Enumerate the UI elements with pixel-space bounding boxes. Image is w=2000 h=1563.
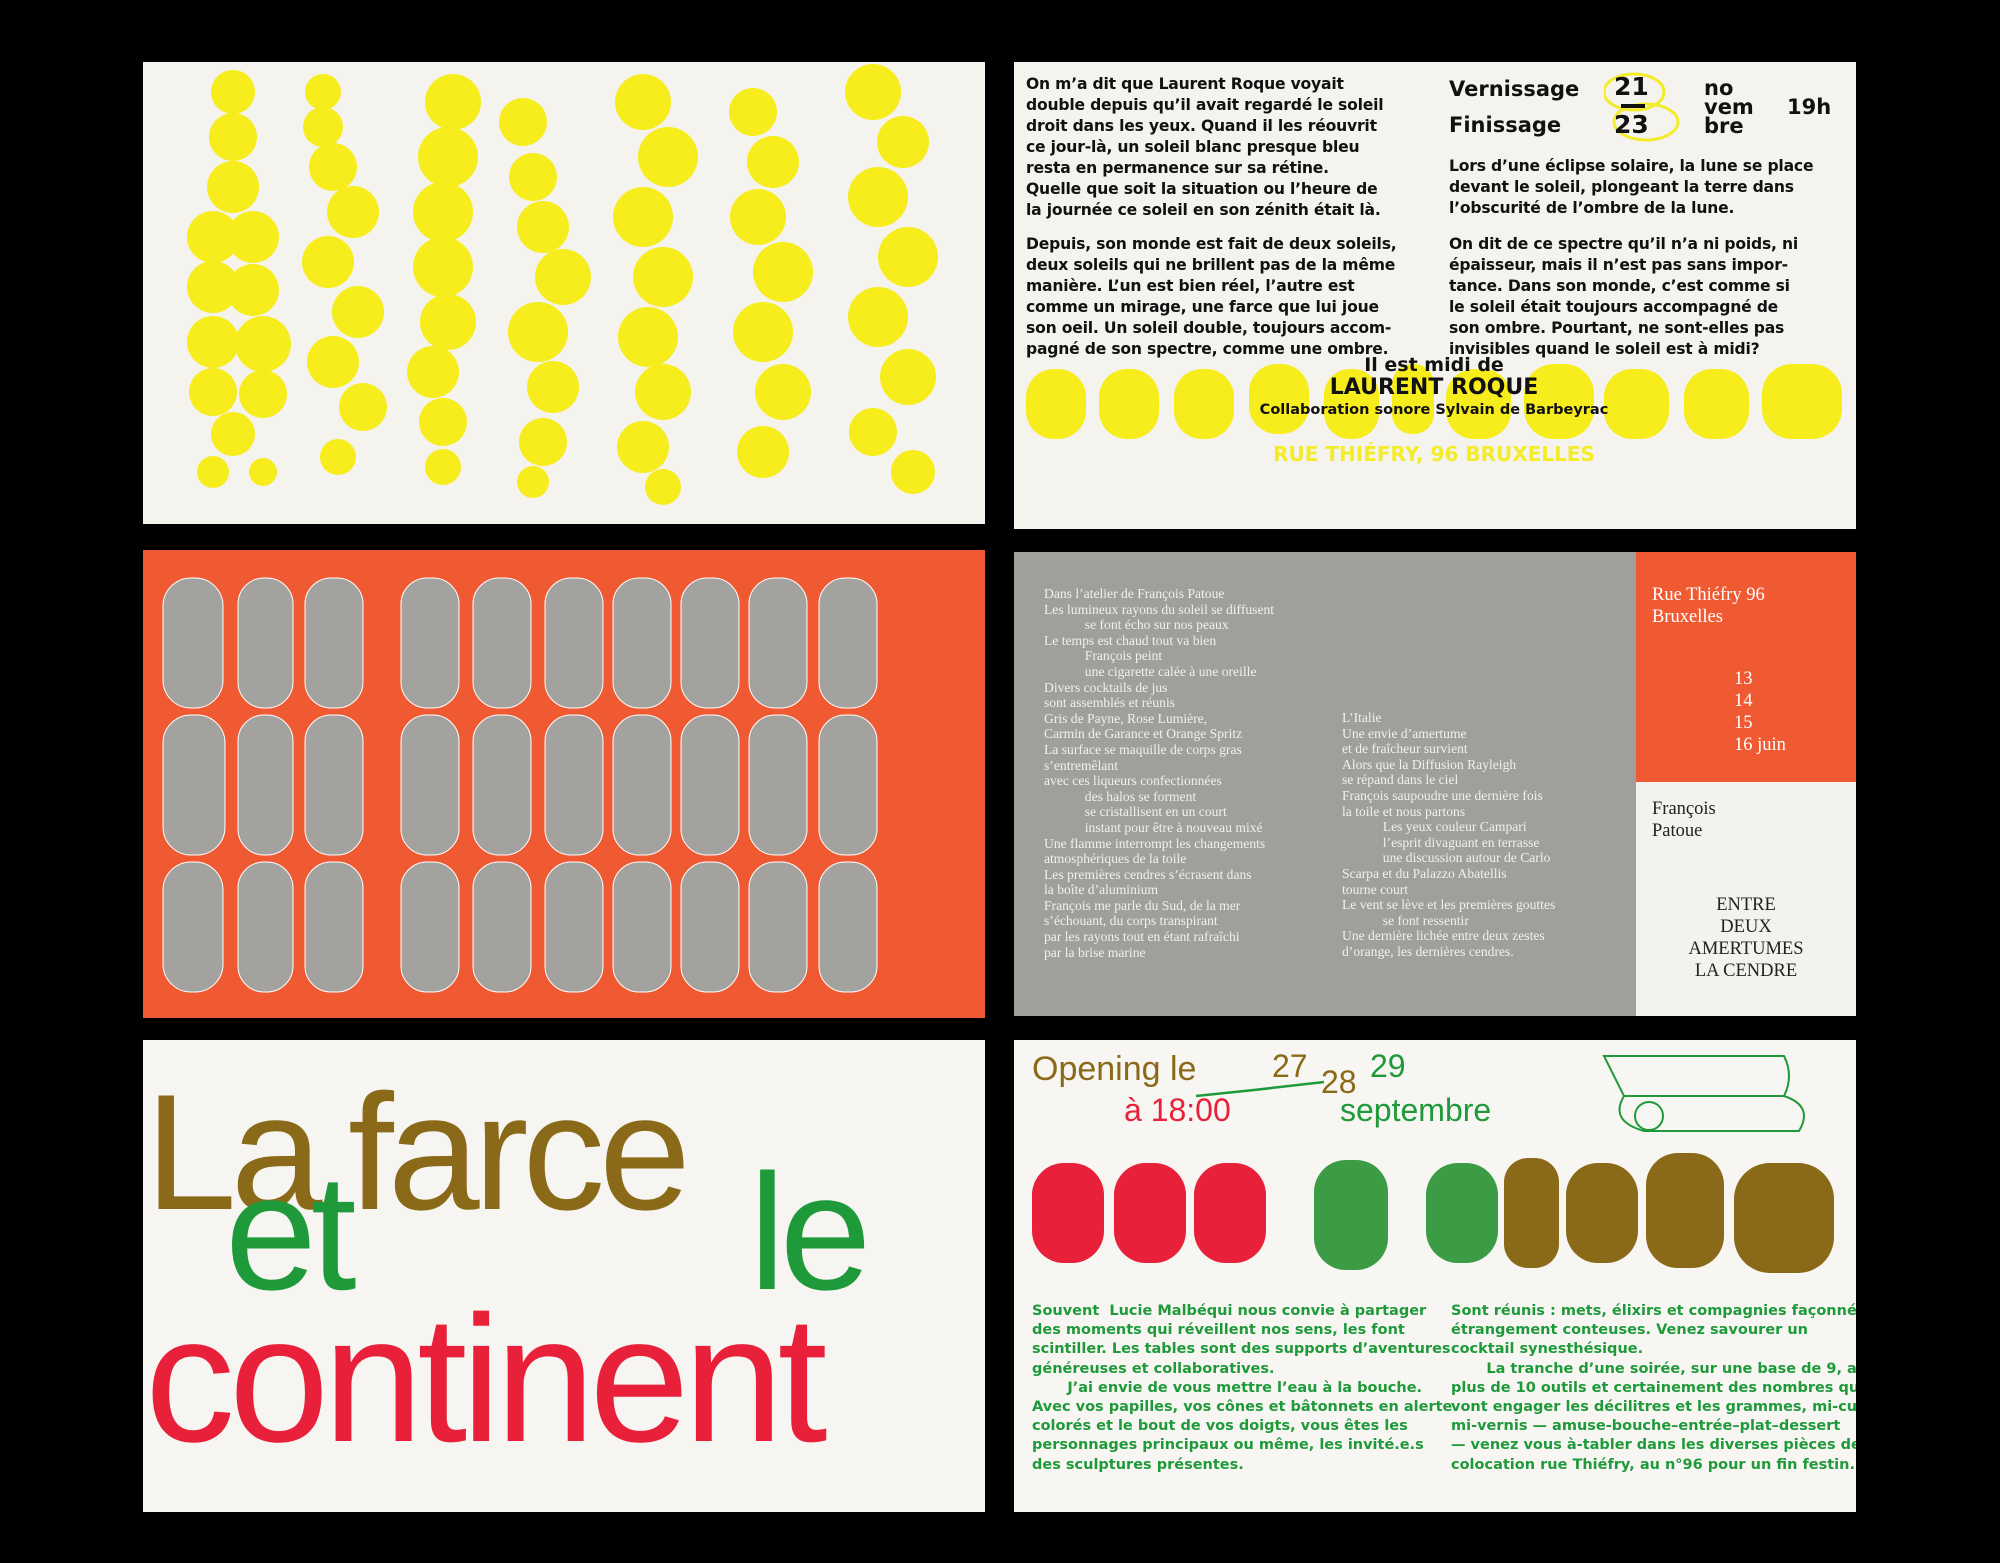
artist-name: François Patoue xyxy=(1652,799,1716,841)
day-29: 29 xyxy=(1370,1048,1406,1084)
address: RUE THIÉFRY, 96 BRUXELLES xyxy=(1273,442,1595,466)
card-francois-patoue: Dans l’atelier de François Patoue Les lu… xyxy=(1014,552,1856,1016)
card-opening: Opening le 27 28 29 à 18:00 septembre So… xyxy=(1014,1040,1856,1512)
day-27: 27 xyxy=(1272,1048,1308,1084)
sur-3-pieds-silver-lettering xyxy=(162,577,878,993)
scroll-illustration xyxy=(1602,1055,1805,1132)
time-label: à 18:00 xyxy=(1124,1092,1231,1128)
body-text-right: Sont réunis : mets, élixirs et compagnie… xyxy=(1451,1303,1856,1473)
month-label: septembre xyxy=(1340,1092,1492,1128)
card-yellow-dots xyxy=(143,62,985,524)
start-day: 21 xyxy=(1614,72,1649,101)
text-paragraph-3: Lors d’une éclipse solaire, la lune se p… xyxy=(1449,157,1814,217)
artist-name: LAURENT ROQUE xyxy=(1329,375,1539,400)
title-line: Il est midi de xyxy=(1364,354,1504,376)
time-label: 19h xyxy=(1787,95,1832,119)
poem-left-column: Dans l’atelier de François Patoue Les lu… xyxy=(1044,586,1275,960)
end-day: 23 xyxy=(1614,110,1649,139)
address: Rue Thiéfry 96 Bruxelles xyxy=(1652,585,1765,627)
text-paragraph-1: On m’a dit que Laurent Roque voyait doub… xyxy=(1026,75,1384,219)
exhibition-title: ENTRE DEUX AMERTUMES LA CENDRE xyxy=(1688,895,1804,981)
collaboration-credit: Collaboration sonore Sylvain de Barbeyra… xyxy=(1259,402,1609,418)
dot-lettering-graphic xyxy=(187,64,938,505)
card-orange-silver xyxy=(143,550,985,1018)
card-laurent-roque: On m’a dit que Laurent Roque voyait doub… xyxy=(1014,62,1856,529)
finissage-label: Finissage xyxy=(1449,113,1562,137)
card-la-farce: La farce et le continent xyxy=(143,1040,985,1512)
month-part-3: bre xyxy=(1704,114,1744,138)
sur-3-pieds-gradient-lettering xyxy=(1032,1153,1834,1273)
text-paragraph-4: On dit de ce spectre qu’il n’a ni poids,… xyxy=(1449,235,1799,358)
dates: 13 14 15 16 juin xyxy=(1734,669,1786,755)
word-farce: farce xyxy=(348,1060,691,1244)
vernissage-label: Vernissage xyxy=(1449,77,1580,101)
text-paragraph-2: Depuis, son monde est fait de deux solei… xyxy=(1026,235,1397,358)
poem-right-column: L’Italie Une envie d’amertume et de fraî… xyxy=(1342,710,1556,959)
body-text-left: Souvent Lucie Malbéqui nous convie à par… xyxy=(1032,1303,1453,1473)
word-continent: continent xyxy=(145,1279,828,1480)
opening-label: Opening le xyxy=(1032,1050,1197,1088)
